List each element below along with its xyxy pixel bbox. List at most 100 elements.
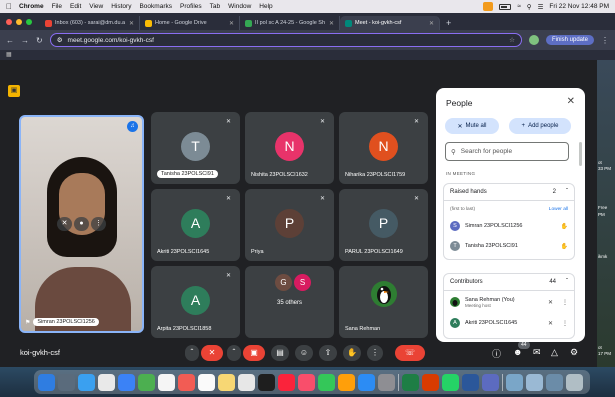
photos-icon[interactable]: [158, 373, 175, 391]
close-tab-icon[interactable]: ✕: [229, 20, 234, 27]
app-store-icon[interactable]: [358, 373, 375, 391]
more-options-icon[interactable]: ⋮: [91, 217, 106, 231]
more-options-icon[interactable]: ⋮: [562, 320, 568, 327]
raised-hand-icon[interactable]: ✋: [561, 223, 568, 230]
more-options-icon[interactable]: ⋮: [562, 299, 568, 306]
list-item[interactable]: A Akriti 23POLSCI1645 ✕ ⋮: [444, 313, 574, 333]
participant-tile[interactable]: ✕ N Niharika 23POLSCI1759: [339, 112, 428, 184]
menu-edit[interactable]: Edit: [70, 3, 81, 10]
meet-logo-icon[interactable]: ▣: [8, 85, 20, 97]
meeting-info-icon[interactable]: ⓘ: [492, 347, 501, 360]
contacts-icon[interactable]: [178, 373, 195, 391]
calendar-icon[interactable]: [198, 373, 215, 391]
search-people-input[interactable]: ⚲ Search for people: [445, 142, 569, 161]
close-icon[interactable]: ✕: [567, 96, 575, 107]
recent-window-icon[interactable]: [526, 373, 543, 391]
wifi-icon[interactable]: ≈: [517, 3, 521, 10]
participant-tile[interactable]: ✕ T Tanisha 23POLSCI91: [151, 112, 240, 184]
apple-tv-icon[interactable]: [258, 373, 275, 391]
menu-file[interactable]: File: [52, 3, 62, 10]
trash-icon[interactable]: [566, 373, 583, 391]
list-item[interactable]: S Simran 23POLSCI1256 ✋: [444, 216, 574, 236]
close-tab-icon[interactable]: ✕: [429, 20, 434, 27]
battery-icon[interactable]: [499, 3, 512, 10]
raised-hand-icon[interactable]: ✋: [561, 243, 568, 250]
control-center-icon[interactable]: ☰: [538, 3, 544, 11]
profile-avatar[interactable]: [528, 35, 539, 45]
pages-icon[interactable]: [338, 373, 355, 391]
mic-off-icon[interactable]: ✕: [57, 217, 72, 231]
bookmark-star-icon[interactable]: ☆: [509, 36, 515, 44]
finish-update-button[interactable]: Finish update: [545, 35, 594, 45]
contributors-header[interactable]: Contributors 44 ˆ: [444, 274, 574, 291]
list-item[interactable]: Sana Rehman (You) Meeting host ✕ ⋮: [444, 291, 574, 313]
excel-icon[interactable]: [402, 373, 419, 391]
menu-view[interactable]: View: [89, 3, 103, 10]
powerpoint-icon[interactable]: [422, 373, 439, 391]
close-tab-icon[interactable]: ✕: [129, 20, 134, 27]
chat-icon[interactable]: ✉: [533, 347, 541, 358]
music-icon[interactable]: [278, 373, 295, 391]
add-people-button[interactable]: + Add people: [509, 118, 571, 134]
menu-help[interactable]: Help: [259, 3, 272, 10]
menu-profiles[interactable]: Profiles: [180, 3, 202, 10]
menu-app-name[interactable]: Chrome: [19, 3, 44, 10]
address-bar[interactable]: ⚙ meet.google.com/koi-gvkh-csf ☆: [49, 33, 522, 47]
close-tab-icon[interactable]: ✕: [329, 20, 334, 27]
chrome-icon[interactable]: [98, 373, 115, 391]
mute-all-button[interactable]: ✕ Mute all: [445, 118, 499, 134]
mic-off-button[interactable]: ✕: [201, 345, 223, 361]
clock[interactable]: Fri 22 Nov 12:48 PM: [549, 3, 609, 10]
mail-icon[interactable]: [118, 373, 135, 391]
recent-window-icon[interactable]: [546, 373, 563, 391]
chevron-up-icon[interactable]: ˆ: [566, 279, 568, 285]
panel-scrollbar[interactable]: [579, 142, 582, 166]
participant-tile[interactable]: ✕ N Nishita 23POLSCI1632: [245, 112, 334, 184]
back-icon[interactable]: ←: [6, 36, 14, 45]
participant-tile[interactable]: ✕ A Akriti 23POLSCI1645: [151, 189, 240, 261]
participant-tile[interactable]: Sana Rehman: [339, 266, 428, 338]
safari-icon[interactable]: [78, 373, 95, 391]
leave-call-button[interactable]: ☏: [395, 345, 425, 361]
notes-icon[interactable]: [218, 373, 235, 391]
participant-tile[interactable]: ✕ P Priya: [245, 189, 334, 261]
tab-meet[interactable]: Meet - koi-gvkh-csf ✕: [340, 16, 440, 30]
maximize-window-icon[interactable]: [26, 18, 32, 25]
word-icon[interactable]: [462, 373, 479, 391]
host-controls-icon[interactable]: ⚙: [570, 347, 578, 358]
minimize-window-icon[interactable]: [16, 18, 22, 25]
present-screen-button[interactable]: ⇧: [319, 345, 337, 361]
video-options-chevron-icon[interactable]: ˆ: [227, 345, 241, 361]
reminders-icon[interactable]: [238, 373, 255, 391]
list-item[interactable]: T Tanisha 23POLSCI91 ✋: [444, 236, 574, 256]
activities-icon[interactable]: △: [551, 347, 558, 358]
camera-off-button[interactable]: ▣: [243, 345, 265, 361]
recent-window-icon[interactable]: [506, 373, 523, 391]
menu-history[interactable]: History: [111, 3, 131, 10]
mic-off-icon[interactable]: ✕: [548, 299, 553, 306]
apps-grid-icon[interactable]: ▦: [6, 52, 12, 58]
others-tile[interactable]: G S 35 others: [245, 266, 334, 338]
menu-tab[interactable]: Tab: [210, 3, 220, 10]
apple-icon[interactable]: : [6, 2, 12, 11]
people-icon[interactable]: ☻ 44: [513, 341, 530, 357]
lower-all-button[interactable]: Lower all: [549, 207, 568, 212]
raise-hand-button[interactable]: ✋: [343, 345, 361, 361]
numbers-icon[interactable]: [318, 373, 335, 391]
close-window-icon[interactable]: [6, 18, 12, 25]
raised-hands-header[interactable]: Raised hands 2 ˆ: [444, 184, 574, 201]
mic-off-icon[interactable]: ✕: [548, 320, 553, 327]
forward-icon[interactable]: →: [21, 36, 29, 45]
self-video-tile[interactable]: ♫ ✕ ● ⋮ ⚑ Simran 23POLSCI1256: [19, 115, 144, 333]
menu-bookmarks[interactable]: Bookmarks: [139, 3, 172, 10]
pin-icon[interactable]: ⚑: [25, 319, 30, 326]
more-options-button[interactable]: ⋮: [367, 345, 383, 361]
emoji-reaction-button[interactable]: ☺: [295, 345, 313, 361]
site-info-icon[interactable]: ⚙: [57, 36, 63, 44]
tab-gmail[interactable]: Inbox (603) - sarai@dm.du.a ✕: [40, 16, 140, 30]
facetime-icon[interactable]: [138, 373, 155, 391]
tab-sheets[interactable]: II pol sc A 24-25 - Google Sh ✕: [240, 16, 340, 30]
new-tab-icon[interactable]: +: [446, 16, 451, 30]
mic-icon[interactable]: ●: [74, 217, 89, 231]
search-icon[interactable]: ⚲: [527, 3, 532, 11]
